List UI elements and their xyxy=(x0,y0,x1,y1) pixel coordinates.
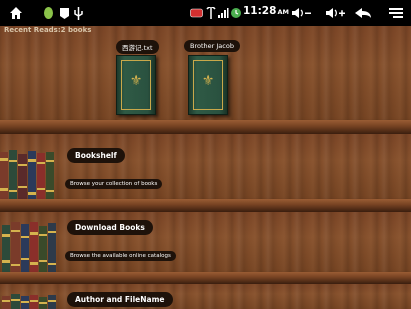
status-bar: 11:28AM xyxy=(0,0,411,26)
back-icon[interactable] xyxy=(354,4,372,22)
shelf-divider xyxy=(0,120,411,134)
volume-down-icon[interactable] xyxy=(291,4,313,22)
books-stack-icon xyxy=(0,150,54,200)
fleur-de-lis-icon: ⚜ xyxy=(129,73,143,89)
download-books-label[interactable]: Download Books xyxy=(67,220,153,235)
category-download-books[interactable] xyxy=(0,212,411,274)
usb-icon xyxy=(72,4,84,22)
alarm-icon xyxy=(230,4,242,22)
wifi-icon xyxy=(217,4,229,22)
author-filename-label[interactable]: Author and FileName xyxy=(67,292,173,307)
home-icon[interactable] xyxy=(8,4,24,22)
recent-book-title-1: 西游记.txt xyxy=(116,40,159,54)
clock-time: 11:28 xyxy=(243,5,277,17)
clock: 11:28AM xyxy=(243,5,289,17)
shelf-divider xyxy=(0,199,411,212)
android-icon xyxy=(42,4,54,22)
recent-book-1[interactable]: ⚜ xyxy=(116,55,156,115)
recent-book-2[interactable]: ⚜ xyxy=(188,55,228,115)
fleur-de-lis-icon: ⚜ xyxy=(201,73,215,89)
notification-icon xyxy=(58,4,70,22)
volume-up-icon[interactable] xyxy=(325,4,347,22)
clock-ampm: AM xyxy=(277,8,289,16)
download-books-description: Browse the available online catalogs xyxy=(65,251,176,261)
category-bookshelf[interactable] xyxy=(0,134,411,200)
menu-icon[interactable] xyxy=(388,4,404,22)
battery-icon xyxy=(190,4,204,22)
recent-reads-title: Recent Reads:2 books xyxy=(4,26,92,34)
books-stack-icon xyxy=(2,222,56,272)
shelf-divider xyxy=(0,272,411,284)
bookshelf-description: Browse your collection of books xyxy=(65,179,163,189)
bookshelf-label[interactable]: Bookshelf xyxy=(67,148,125,163)
category-author-filename[interactable] xyxy=(0,284,411,309)
signal-icon xyxy=(206,4,216,22)
books-stack-icon xyxy=(2,294,56,309)
recent-book-title-2: Brother Jacob xyxy=(184,40,240,52)
